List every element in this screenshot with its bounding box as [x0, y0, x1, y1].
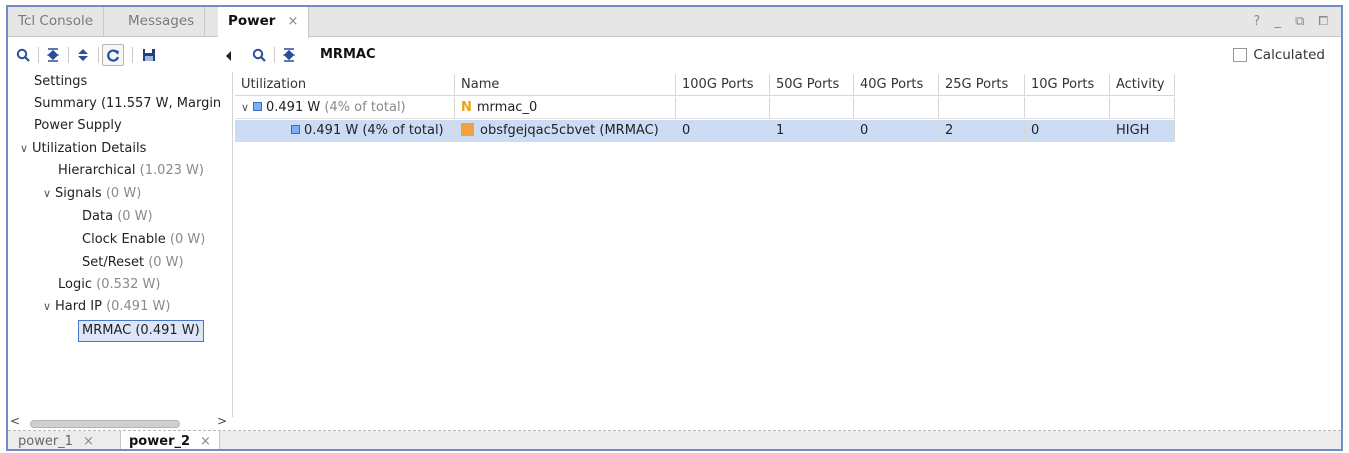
tree-item-set-reset[interactable]: Set/Reset (0 W)	[82, 253, 184, 273]
ports-50g-cell: 1	[770, 120, 854, 142]
search-icon[interactable]	[248, 44, 270, 66]
expand-all-icon[interactable]	[72, 44, 94, 66]
tab-power[interactable]: Power ×	[218, 7, 310, 38]
tab-messages[interactable]: Messages	[118, 7, 206, 37]
ports-100g-cell: 0	[676, 120, 770, 142]
ports-40g-cell: 0	[854, 120, 939, 142]
close-icon[interactable]: ×	[287, 14, 298, 29]
mrmac-block-icon	[461, 123, 474, 136]
scroll-right-icon[interactable]: >	[217, 414, 227, 428]
tab-power-2[interactable]: power_2 ×	[120, 431, 220, 449]
activity-cell: HIGH	[1110, 120, 1175, 142]
column-header[interactable]: 50G Ports	[770, 74, 854, 96]
chevron-down-icon[interactable]: ∨	[241, 97, 253, 118]
name-cell: Nmrmac_0	[455, 97, 676, 119]
scrollbar-thumb[interactable]	[30, 420, 180, 428]
tree-item-clock-enable[interactable]: Clock Enable (0 W)	[82, 230, 205, 250]
name-cell: obsfgejqac5cbvet (MRMAC)	[455, 120, 676, 142]
power-square-icon	[291, 125, 300, 134]
tree-item-summary[interactable]: Summary (11.557 W, Margin	[34, 94, 221, 114]
column-header[interactable]: 100G Ports	[676, 74, 770, 96]
tree-item-settings[interactable]: Settings	[34, 72, 87, 92]
table-toolbar: MRMAC Calculated	[234, 38, 1341, 72]
collapse-all-icon[interactable]	[42, 44, 64, 66]
column-header[interactable]: Activity	[1110, 74, 1175, 96]
search-icon[interactable]	[12, 44, 34, 66]
tab-tcl-console[interactable]: Tcl Console	[8, 7, 105, 37]
power-square-icon	[253, 102, 262, 111]
column-header[interactable]: Utilization	[235, 74, 455, 96]
ports-10g-cell: 0	[1025, 120, 1110, 142]
collapse-all-icon[interactable]	[278, 44, 300, 66]
checkbox-icon[interactable]	[1233, 48, 1248, 62]
tree-item-utilization-details[interactable]: ∨ Utilization Details	[20, 139, 146, 159]
column-header[interactable]: 40G Ports	[854, 74, 939, 96]
table-row[interactable]: 0.491 W (4% of total) obsfgejqac5cbvet (…	[235, 120, 1175, 142]
collapse-panel-icon[interactable]	[226, 51, 231, 61]
chevron-down-icon[interactable]: ∨	[43, 297, 55, 317]
window-controls[interactable]: ? _ ⧉ ⧠	[1253, 7, 1333, 37]
tree-item-mrmac[interactable]: MRMAC (0.491 W)	[78, 320, 204, 342]
tree-item-hard-ip[interactable]: ∨ Hard IP (0.491 W)	[43, 297, 170, 317]
bottom-tab-bar: power_1 × power_2 ×	[8, 431, 1341, 449]
table-header-row: Utilization Name 100G Ports 50G Ports 40…	[235, 74, 1175, 96]
calculated-checkbox[interactable]: Calculated	[1233, 47, 1325, 63]
save-icon[interactable]	[138, 44, 160, 66]
chevron-down-icon[interactable]: ∨	[20, 139, 32, 159]
ports-25g-cell: 2	[939, 120, 1025, 142]
tree-item-logic[interactable]: Logic (0.532 W)	[58, 275, 160, 295]
utilization-cell: 0.491 W (4% of total)	[235, 120, 455, 142]
panel-title: MRMAC	[320, 47, 376, 62]
power-panel: Tcl Console Messages Power × ? _ ⧉ ⧠ Sett…	[6, 5, 1343, 451]
left-toolbar	[8, 38, 233, 72]
close-icon[interactable]: ×	[200, 434, 211, 449]
tree-horizontal-scrollbar[interactable]: < >	[10, 414, 227, 430]
tree-item-hierarchical[interactable]: Hierarchical (1.023 W)	[58, 161, 204, 181]
column-header[interactable]: Name	[455, 74, 676, 96]
column-header[interactable]: 10G Ports	[1025, 74, 1110, 96]
tree-item-power-supply[interactable]: Power Supply	[34, 116, 122, 136]
tab-power-1[interactable]: power_1 ×	[10, 431, 102, 449]
scroll-left-icon[interactable]: <	[10, 414, 20, 428]
refresh-icon[interactable]	[102, 44, 124, 66]
close-icon[interactable]: ×	[83, 434, 94, 449]
chevron-down-icon[interactable]: ∨	[43, 184, 55, 204]
navigation-tree: Settings Summary (11.557 W, Margin Power…	[8, 72, 233, 417]
utilization-cell: ∨ 0.491 W (4% of total)	[235, 97, 455, 119]
column-header[interactable]: 25G Ports	[939, 74, 1025, 96]
top-tab-bar: Tcl Console Messages Power × ? _ ⧉ ⧠	[8, 7, 1341, 38]
tree-item-data[interactable]: Data (0 W)	[82, 207, 153, 227]
table-row[interactable]: ∨ 0.491 W (4% of total) Nmrmac_0	[235, 97, 1175, 119]
instance-n-icon: N	[461, 100, 472, 115]
tree-item-signals[interactable]: ∨ Signals (0 W)	[43, 184, 141, 204]
